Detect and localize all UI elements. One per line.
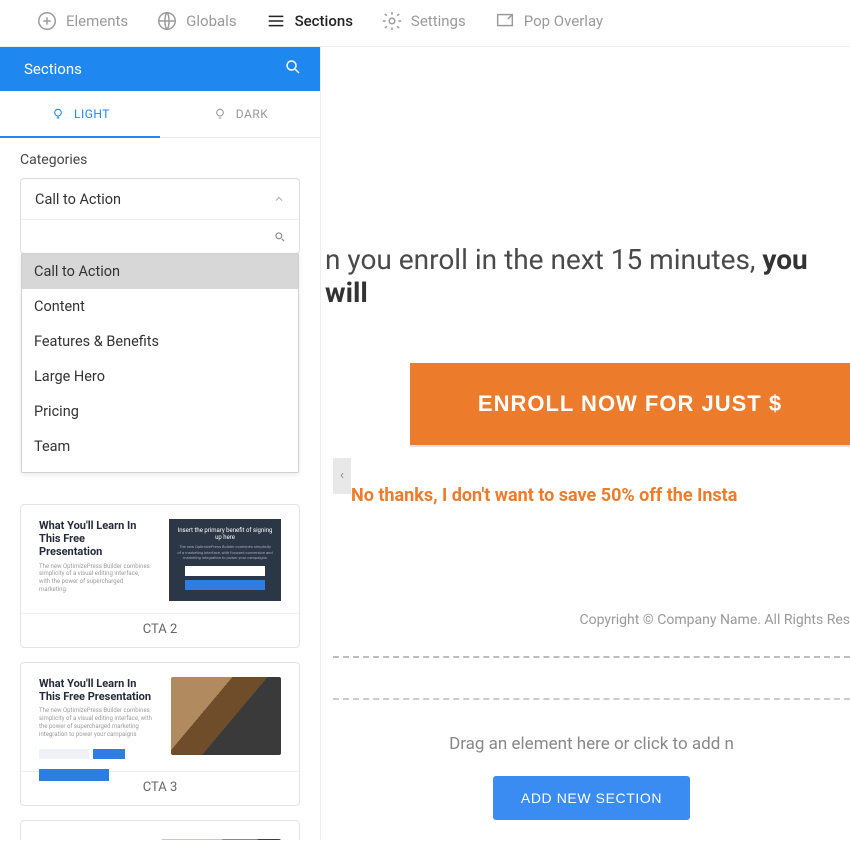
tab-dark-label: DARK [236, 107, 269, 121]
category-selected-value: Call to Action [35, 191, 121, 208]
dropdown-option[interactable]: Large Hero [22, 359, 298, 394]
nav-settings[interactable]: Settings [381, 10, 466, 32]
template-image [171, 677, 281, 755]
template-image [161, 839, 281, 840]
nav-globals[interactable]: Globals [156, 10, 236, 32]
template-card-cta3[interactable]: What You'll Learn In This Free Presentat… [20, 662, 300, 806]
chevron-up-icon [273, 193, 285, 205]
section-divider [333, 656, 850, 658]
dropdown-option[interactable]: Call to Action [22, 254, 298, 289]
template-headline: The Complete Solution [39, 839, 143, 840]
page-canvas[interactable]: n you enroll in the next 15 minutes, you… [321, 47, 850, 840]
panel-title: Sections [24, 60, 82, 78]
category-select-current[interactable]: Call to Action [21, 179, 299, 219]
add-new-section-button[interactable]: ADD NEW SECTION [493, 776, 690, 820]
nav-pop-overlay-label: Pop Overlay [524, 12, 603, 30]
template-headline: What You'll Learn In This Free Presentat… [39, 519, 151, 559]
gear-icon [381, 10, 403, 32]
globe-icon [156, 10, 178, 32]
dropdown-option[interactable]: Content [22, 289, 298, 324]
panel-collapse-handle[interactable]: ‹ [333, 458, 351, 494]
template-list: What You'll Learn In This Free Presentat… [20, 504, 300, 840]
lightbulb-off-icon [212, 106, 228, 122]
copyright-text: Copyright © Company Name. All Rights Res [333, 612, 850, 628]
nav-settings-label: Settings [411, 12, 466, 30]
template-sub: The new OptimizePress Builder combines s… [39, 563, 151, 594]
categories-label: Categories [20, 152, 300, 168]
template-card-partial[interactable]: The Complete Solution [20, 820, 300, 840]
template-caption: CTA 2 [21, 613, 299, 647]
panel-header: Sections [0, 47, 320, 91]
tab-light-label: LIGHT [74, 107, 110, 121]
top-nav: Elements Globals Sections Settings Pop O… [0, 0, 850, 47]
dropdown-option[interactable]: Testimonials [22, 464, 298, 473]
category-dropdown[interactable]: Call to Action Content Features & Benefi… [21, 253, 299, 473]
decline-link[interactable]: No thanks, I don't want to save 50% off … [351, 485, 737, 506]
theme-tabs: LIGHT DARK [0, 91, 320, 138]
nav-elements-label: Elements [66, 12, 128, 30]
drop-zone[interactable]: Drag an element here or click to add n A… [333, 698, 850, 820]
overlay-icon [494, 10, 516, 32]
category-select[interactable]: Call to Action Call to Action Content Fe… [20, 178, 300, 254]
dropdown-option[interactable]: Team [22, 429, 298, 464]
nav-pop-overlay[interactable]: Pop Overlay [494, 10, 603, 32]
nav-sections-label: Sections [295, 12, 353, 30]
tab-light[interactable]: LIGHT [0, 91, 160, 137]
template-signup-box: Insert the primary benefit of signing up… [169, 519, 281, 601]
drop-zone-text: Drag an element here or click to add n [333, 734, 850, 754]
nav-globals-label: Globals [186, 12, 236, 30]
tab-dark[interactable]: DARK [160, 91, 320, 137]
nav-elements[interactable]: Elements [36, 10, 128, 32]
plus-circle-icon [36, 10, 58, 32]
lightbulb-icon [50, 106, 66, 122]
enroll-button[interactable]: ENROLL NOW FOR JUST $ [410, 363, 850, 445]
sections-sidebar: Sections LIGHT DARK Categories Call to A… [0, 47, 321, 840]
search-icon [273, 230, 287, 244]
dropdown-option[interactable]: Pricing [22, 394, 298, 429]
nav-sections[interactable]: Sections [265, 10, 353, 32]
dropdown-option[interactable]: Features & Benefits [22, 324, 298, 359]
template-sub: The new OptimizePress Builder combines s… [39, 707, 153, 738]
search-icon[interactable] [284, 58, 302, 80]
template-headline: What You'll Learn In This Free Presentat… [39, 677, 153, 703]
template-card-cta2[interactable]: What You'll Learn In This Free Presentat… [20, 504, 300, 648]
hero-headline: n you enroll in the next 15 minutes, you… [325, 243, 850, 309]
category-filter-row[interactable] [21, 219, 299, 253]
sections-icon [265, 10, 287, 32]
